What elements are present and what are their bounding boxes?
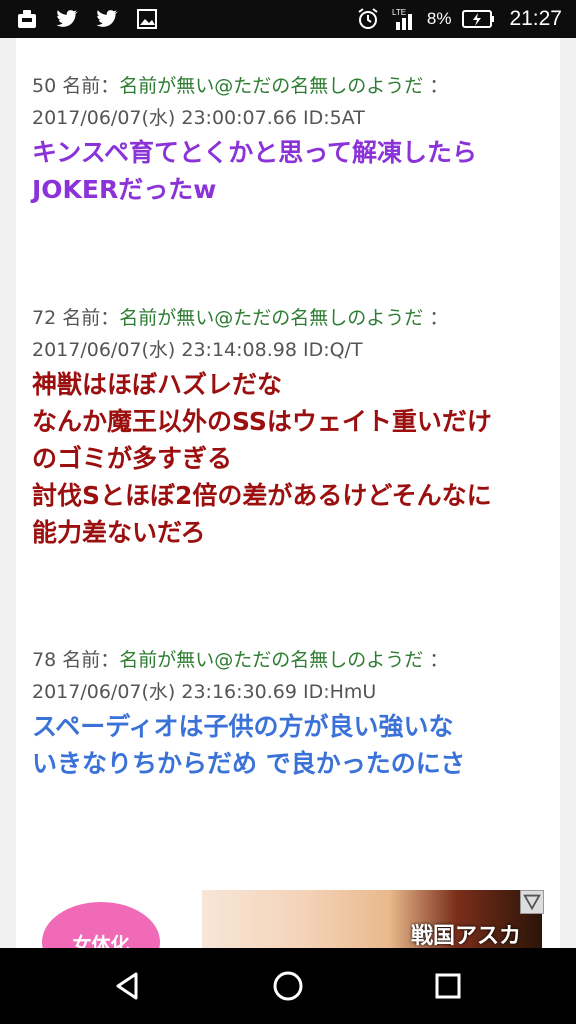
status-bar: LTE 8% 21:27 xyxy=(0,0,576,38)
post-body: 神獣はほぼハズレだな なんか魔王以外のSSはウェイト重いだけ のゴミが多すぎる … xyxy=(32,370,492,547)
post-number: 72 xyxy=(32,307,57,329)
post-date: 2017/06/07(水) 23:00:07.66 ID:5AT xyxy=(32,107,365,129)
poster-name: 名前が無い@ただの名無しのようだ xyxy=(119,307,424,329)
ad-badge[interactable]: 女体化 xyxy=(42,902,160,948)
status-bar-left xyxy=(14,6,160,32)
image-icon xyxy=(137,9,157,29)
signal-icon: LTE xyxy=(392,8,412,30)
header-separator: ： xyxy=(429,649,449,671)
header-separator: ： xyxy=(429,75,449,97)
post-date: 2017/06/07(水) 23:16:30.69 ID:HmU xyxy=(32,681,377,703)
name-label: 名前： xyxy=(62,307,120,329)
ad-banner[interactable]: 女体化 戦国アスカ xyxy=(16,888,560,948)
twitter-icon xyxy=(96,10,118,27)
recents-icon[interactable] xyxy=(428,966,468,1006)
status-bar-right: LTE 8% 21:27 xyxy=(355,0,562,38)
battery-icon xyxy=(462,10,495,28)
post: 50 名前：名前が無い@ただの名無しのようだ ： 2017/06/07(水) 2… xyxy=(32,70,552,208)
name-label: 名前： xyxy=(62,75,120,97)
navigation-bar xyxy=(0,948,576,1024)
post-header: 72 名前：名前が無い@ただの名無しのようだ ： xyxy=(32,302,552,334)
notification-icon xyxy=(18,10,36,28)
network-label: LTE xyxy=(392,8,406,17)
post-header: 78 名前：名前が無い@ただの名無しのようだ ： xyxy=(32,644,552,676)
twitter-icon xyxy=(56,10,78,27)
home-icon[interactable] xyxy=(268,966,308,1006)
post-number: 78 xyxy=(32,649,57,671)
post-body: スペーディオは子供の方が良い強いな いきなりちからだめ で良かったのにさ xyxy=(32,712,466,778)
clock: 21:27 xyxy=(509,7,562,30)
alarm-icon xyxy=(358,8,378,29)
post-number: 50 xyxy=(32,75,57,97)
back-icon[interactable] xyxy=(108,966,148,1006)
ad-choices-icon[interactable] xyxy=(520,890,544,914)
post: 72 名前：名前が無い@ただの名無しのようだ ： 2017/06/07(水) 2… xyxy=(32,302,552,551)
post-date: 2017/06/07(水) 23:14:08.98 ID:Q/T xyxy=(32,339,363,361)
thread-content[interactable]: 50 名前：名前が無い@ただの名無しのようだ ： 2017/06/07(水) 2… xyxy=(16,38,560,948)
header-separator: ： xyxy=(429,307,449,329)
poster-name: 名前が無い@ただの名無しのようだ xyxy=(119,75,424,97)
post-body: キンスペ育てとくかと思って解凍したら JOKERだったw xyxy=(32,138,478,204)
post: 78 名前：名前が無い@ただの名無しのようだ ： 2017/06/07(水) 2… xyxy=(32,644,552,782)
poster-name: 名前が無い@ただの名無しのようだ xyxy=(119,649,424,671)
ad-title[interactable]: 戦国アスカ xyxy=(411,918,521,948)
name-label: 名前： xyxy=(62,649,120,671)
post-header: 50 名前：名前が無い@ただの名無しのようだ ： xyxy=(32,70,552,102)
battery-percent: 8% xyxy=(426,9,452,28)
